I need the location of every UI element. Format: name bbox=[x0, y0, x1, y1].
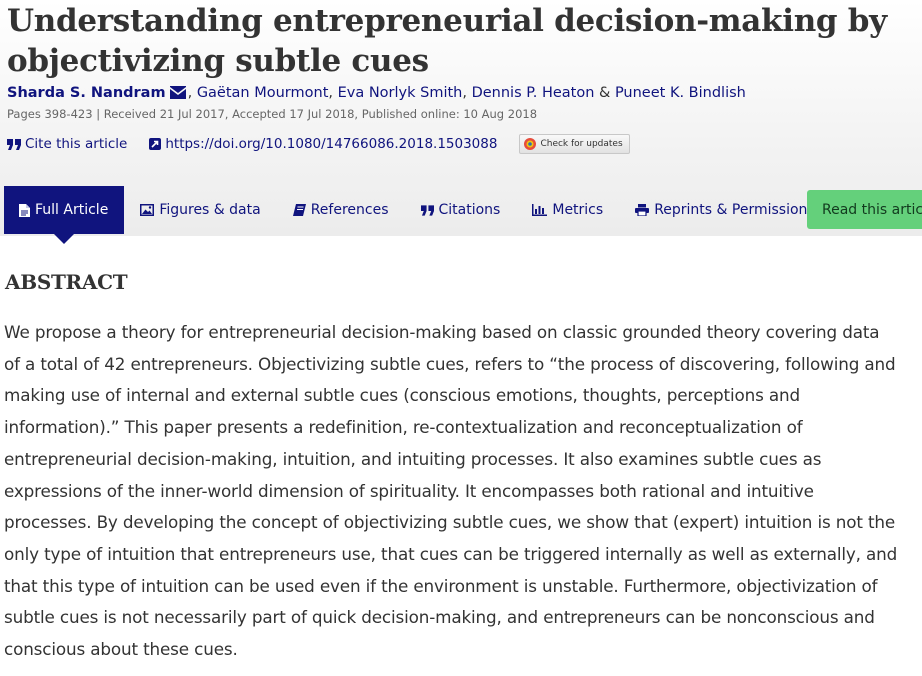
abstract-line: only type of intuition that entrepreneur… bbox=[4, 543, 898, 564]
abstract-line: making use of internal and external subt… bbox=[4, 385, 800, 406]
doi-link[interactable]: https://doi.org/10.1080/14766086.2018.15… bbox=[149, 136, 497, 152]
author-link-nandram[interactable]: Sharda S. Nandram bbox=[7, 85, 166, 101]
quote-icon bbox=[7, 138, 21, 150]
print-icon bbox=[635, 204, 650, 216]
author-link-smith[interactable]: Eva Norlyk Smith bbox=[338, 85, 463, 101]
author-link-bindlish[interactable]: Puneet K. Bindlish bbox=[615, 85, 746, 101]
check-for-updates-label: Check for updates bbox=[540, 139, 623, 149]
doi-label: https://doi.org/10.1080/14766086.2018.15… bbox=[165, 136, 498, 152]
article-links: Cite this article https://doi.org/10.108… bbox=[7, 134, 630, 154]
tab-reprints-permissions[interactable]: Reprints & Permissions bbox=[619, 186, 831, 234]
envelope-icon[interactable] bbox=[169, 85, 186, 105]
tab-figures-data[interactable]: Figures & data bbox=[124, 186, 276, 234]
abstract-line: processes. By developing the concept of … bbox=[4, 512, 896, 533]
article-title: Understanding entrepreneurial decision-m… bbox=[7, 3, 887, 79]
abstract-line: information).” This paper presents a red… bbox=[4, 417, 803, 438]
tab-metrics[interactable]: Metrics bbox=[516, 186, 619, 234]
cite-article-link[interactable]: Cite this article bbox=[7, 136, 127, 152]
abstract-line: conscious about these cues. bbox=[4, 639, 238, 660]
author-list: Sharda S. Nandram, Gaëtan Mourmont, Eva … bbox=[7, 83, 746, 105]
check-for-updates-button[interactable]: Check for updates bbox=[519, 134, 630, 154]
abstract-line: We propose a theory for entrepreneurial … bbox=[4, 322, 880, 342]
abstract-line: entrepreneurial decision-making, intuiti… bbox=[4, 448, 822, 469]
tab-label: Metrics bbox=[552, 202, 604, 218]
read-this-article-button[interactable]: Read this article bbox=[807, 190, 922, 229]
bar-chart-icon bbox=[532, 204, 548, 216]
abstract-heading: ABSTRACT bbox=[5, 270, 128, 294]
article-tabs: Full Article Figures & data References C… bbox=[4, 186, 831, 244]
crossmark-icon bbox=[524, 138, 537, 150]
abstract-line: of a total of 42 entrepreneurs. Objectiv… bbox=[4, 353, 896, 374]
image-icon bbox=[140, 204, 155, 216]
tab-label: Reprints & Permissions bbox=[654, 202, 815, 218]
abstract-line: expressions of the inner-world dimension… bbox=[4, 480, 814, 501]
tab-label: References bbox=[310, 202, 389, 218]
book-icon bbox=[292, 204, 306, 216]
tab-label: Citations bbox=[438, 202, 501, 218]
quote-icon bbox=[420, 204, 434, 216]
author-link-mourmont[interactable]: Gaëtan Mourmont bbox=[197, 85, 329, 101]
tab-label: Figures & data bbox=[159, 202, 261, 218]
cite-article-label: Cite this article bbox=[25, 136, 128, 152]
publication-info: Pages 398-423 | Received 21 Jul 2017, Ac… bbox=[7, 107, 538, 121]
tab-citations[interactable]: Citations bbox=[405, 186, 517, 234]
tab-references[interactable]: References bbox=[277, 186, 405, 234]
document-icon bbox=[19, 203, 30, 217]
tab-full-article[interactable]: Full Article bbox=[4, 186, 125, 244]
author-link-heaton[interactable]: Dennis P. Heaton bbox=[472, 85, 595, 101]
external-link-icon bbox=[149, 138, 162, 150]
abstract-line: subtle cues is not necessarily part of q… bbox=[4, 607, 875, 628]
abstract-text: We propose a theory for entrepreneurial … bbox=[4, 317, 904, 666]
tab-label: Full Article bbox=[35, 202, 109, 218]
abstract-line: that this type of intuition can be used … bbox=[4, 575, 878, 596]
